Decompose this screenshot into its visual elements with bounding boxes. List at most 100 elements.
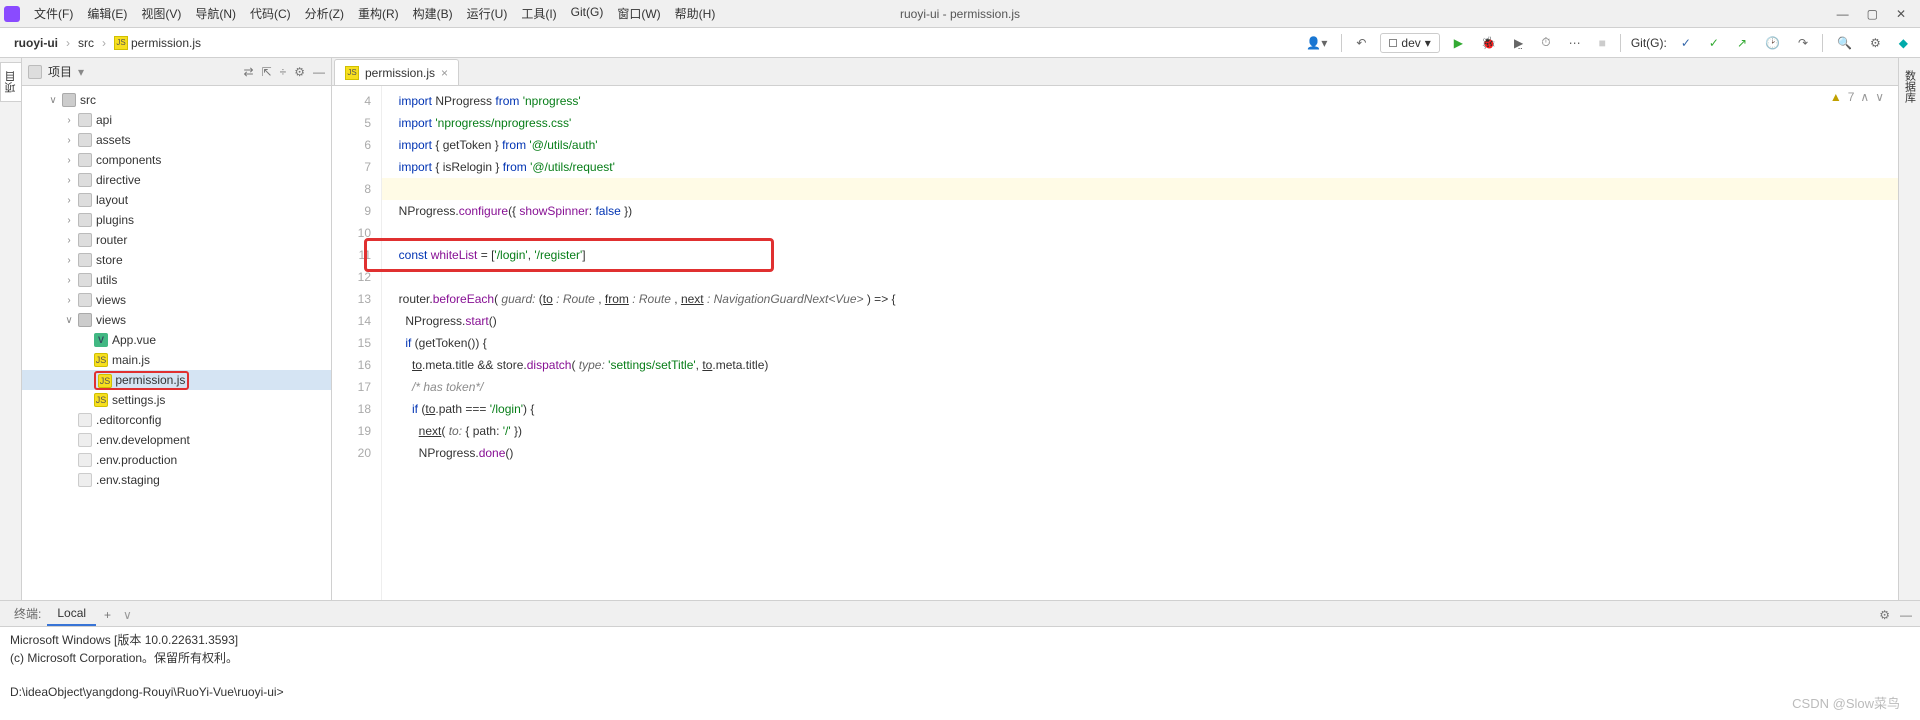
- chevron-down-icon[interactable]: ▾: [78, 65, 84, 79]
- tree-row[interactable]: ›plugins: [22, 210, 331, 230]
- back-icon[interactable]: ↶: [1352, 34, 1370, 52]
- expand-icon[interactable]: ∨: [64, 315, 74, 326]
- menu-item[interactable]: 重构(R): [352, 2, 405, 25]
- tree-row[interactable]: .env.staging: [22, 470, 331, 490]
- collapse-all-icon[interactable]: ÷: [280, 65, 287, 79]
- menu-item[interactable]: 帮助(H): [669, 2, 722, 25]
- code-line[interactable]: import NProgress from 'nprogress': [382, 90, 1898, 112]
- tree-row[interactable]: ›router: [22, 230, 331, 250]
- attach-button[interactable]: ⋯: [1565, 34, 1585, 52]
- menu-item[interactable]: 代码(C): [244, 2, 297, 25]
- code-line[interactable]: /* has token*/: [382, 376, 1898, 398]
- code-line[interactable]: to.meta.title && store.dispatch( type: '…: [382, 354, 1898, 376]
- tree-row[interactable]: ›store: [22, 250, 331, 270]
- close-icon[interactable]: ✕: [1896, 7, 1906, 21]
- tree-row[interactable]: ›views: [22, 290, 331, 310]
- terminal-tab-local[interactable]: Local: [47, 602, 96, 626]
- project-tree[interactable]: ∨src›api›assets›components›directive›lay…: [22, 86, 331, 600]
- tree-row[interactable]: .env.development: [22, 430, 331, 450]
- maximize-icon[interactable]: ▢: [1867, 7, 1878, 21]
- debug-button[interactable]: 🐞: [1477, 34, 1500, 52]
- next-highlight-icon[interactable]: ∨: [1875, 90, 1884, 104]
- code-editor[interactable]: 4567891011121314151617181920 import NPro…: [332, 86, 1898, 600]
- menu-item[interactable]: 工具(I): [515, 2, 562, 25]
- tree-row[interactable]: ›directive: [22, 170, 331, 190]
- menu-item[interactable]: 窗口(W): [611, 2, 666, 25]
- code-line[interactable]: NProgress.configure({ showSpinner: false…: [382, 200, 1898, 222]
- hide-terminal-icon[interactable]: —: [1900, 608, 1912, 622]
- push-icon[interactable]: ↗: [1733, 34, 1751, 52]
- breadcrumb-folder[interactable]: src: [72, 34, 100, 52]
- prev-highlight-icon[interactable]: ∧: [1860, 90, 1869, 104]
- menu-item[interactable]: 编辑(E): [81, 2, 133, 25]
- code-line[interactable]: [382, 178, 1898, 200]
- tree-row[interactable]: JSsettings.js: [22, 390, 331, 410]
- menu-item[interactable]: Git(G): [565, 2, 610, 25]
- tree-row[interactable]: ›layout: [22, 190, 331, 210]
- run-config-selector[interactable]: dev ▾: [1380, 33, 1439, 53]
- tree-row[interactable]: JSmain.js: [22, 350, 331, 370]
- code-line[interactable]: next( to: { path: '/' }): [382, 420, 1898, 442]
- hide-panel-icon[interactable]: —: [313, 65, 325, 79]
- menu-item[interactable]: 构建(B): [407, 2, 459, 25]
- database-tool-button[interactable]: 数据库: [1900, 62, 1920, 111]
- editor-inspections[interactable]: ▲ 7 ∧ ∨: [1830, 90, 1884, 104]
- menu-item[interactable]: 分析(Z): [299, 2, 350, 25]
- expand-all-icon[interactable]: ⇱: [262, 65, 272, 79]
- code-content[interactable]: import NProgress from 'nprogress' import…: [382, 86, 1898, 600]
- code-line[interactable]: import { getToken } from '@/utils/auth': [382, 134, 1898, 156]
- expand-icon[interactable]: ›: [64, 235, 74, 246]
- expand-icon[interactable]: ›: [64, 295, 74, 306]
- code-line[interactable]: if (to.path === '/login') {: [382, 398, 1898, 420]
- tree-row[interactable]: JS permission.js: [22, 370, 331, 390]
- commit-icon[interactable]: ✓: [1705, 34, 1723, 52]
- tree-row[interactable]: ›utils: [22, 270, 331, 290]
- terminal-dropdown-icon[interactable]: ∨: [119, 604, 136, 626]
- coverage-button[interactable]: ▶̤: [1510, 34, 1527, 52]
- user-icon[interactable]: 👤▾: [1302, 34, 1331, 52]
- expand-icon[interactable]: ›: [64, 215, 74, 226]
- code-line[interactable]: NProgress.done(): [382, 442, 1898, 464]
- tree-row[interactable]: ∨views: [22, 310, 331, 330]
- breadcrumb-project[interactable]: ruoyi-ui: [8, 34, 64, 52]
- expand-icon[interactable]: ›: [64, 195, 74, 206]
- terminal-output[interactable]: Microsoft Windows [版本 10.0.22631.3593](c…: [0, 627, 1920, 720]
- code-line[interactable]: import { isRelogin } from '@/utils/reque…: [382, 156, 1898, 178]
- breadcrumb-file[interactable]: JS permission.js: [108, 34, 207, 52]
- rollback-icon[interactable]: ↷: [1794, 34, 1812, 52]
- tree-row[interactable]: .env.production: [22, 450, 331, 470]
- expand-icon[interactable]: ›: [64, 255, 74, 266]
- menu-item[interactable]: 视图(V): [135, 2, 187, 25]
- expand-icon[interactable]: ›: [64, 175, 74, 186]
- tree-row[interactable]: ›api: [22, 110, 331, 130]
- select-opened-icon[interactable]: ⇄: [244, 65, 254, 79]
- tree-row[interactable]: ›components: [22, 150, 331, 170]
- project-tool-button[interactable]: 项目: [0, 62, 21, 102]
- menu-item[interactable]: 文件(F): [28, 2, 79, 25]
- terminal-settings-icon[interactable]: ⚙: [1879, 608, 1890, 622]
- search-icon[interactable]: 🔍: [1833, 34, 1856, 52]
- editor-tab-permission[interactable]: JS permission.js ×: [334, 59, 459, 85]
- tree-row[interactable]: ›assets: [22, 130, 331, 150]
- new-terminal-button[interactable]: +: [96, 604, 119, 626]
- tree-row[interactable]: ∨src: [22, 90, 331, 110]
- panel-settings-icon[interactable]: ⚙: [294, 65, 305, 79]
- tree-row[interactable]: .editorconfig: [22, 410, 331, 430]
- code-line[interactable]: router.beforeEach( guard: (to : Route , …: [382, 288, 1898, 310]
- minimize-icon[interactable]: —: [1837, 7, 1849, 21]
- menu-item[interactable]: 运行(U): [461, 2, 514, 25]
- menu-item[interactable]: 导航(N): [189, 2, 242, 25]
- expand-icon[interactable]: ∨: [48, 95, 58, 106]
- profile-button[interactable]: ⏱: [1537, 33, 1554, 52]
- stop-button[interactable]: ■: [1595, 34, 1610, 52]
- expand-icon[interactable]: ›: [64, 135, 74, 146]
- code-line[interactable]: NProgress.start(): [382, 310, 1898, 332]
- ai-assistant-icon[interactable]: ◆: [1895, 34, 1912, 52]
- expand-icon[interactable]: ›: [64, 155, 74, 166]
- tree-row[interactable]: VApp.vue: [22, 330, 331, 350]
- update-project-icon[interactable]: ✓: [1677, 34, 1695, 52]
- close-tab-icon[interactable]: ×: [441, 66, 448, 80]
- code-line[interactable]: if (getToken()) {: [382, 332, 1898, 354]
- code-line[interactable]: import 'nprogress/nprogress.css': [382, 112, 1898, 134]
- expand-icon[interactable]: ›: [64, 115, 74, 126]
